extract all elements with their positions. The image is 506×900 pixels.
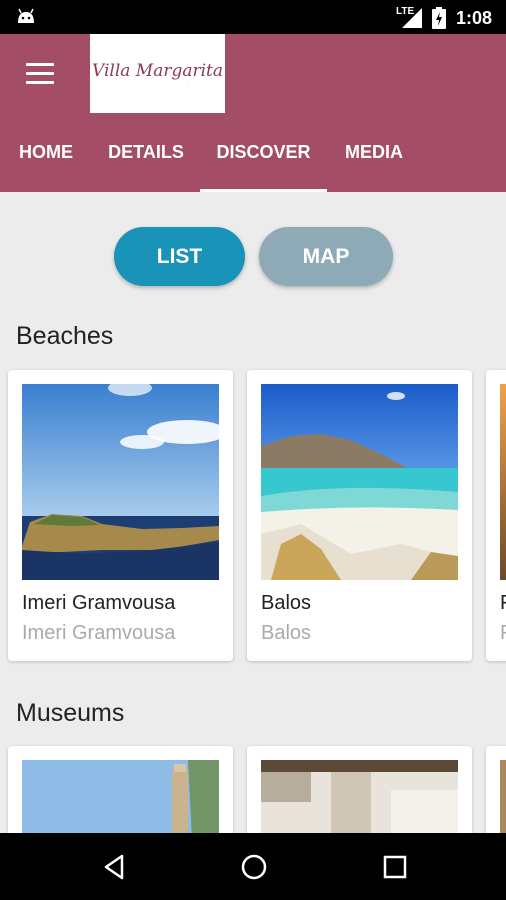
card-partial[interactable]: F F <box>486 370 506 661</box>
card-imeri-gramvousa[interactable]: Imeri Gramvousa Imeri Gramvousa <box>8 370 233 661</box>
android-icon <box>18 8 34 23</box>
tab-media[interactable]: MEDIA <box>327 130 421 192</box>
card-subtitle: Imeri Gramvousa <box>22 622 176 644</box>
recent-apps-icon[interactable] <box>381 853 409 881</box>
villa-margarita-logo: Villa Margarita · <box>90 34 225 113</box>
card-subtitle: Balos <box>261 622 312 644</box>
section-title-museums: Museums <box>16 699 125 727</box>
list-view-button[interactable]: LIST <box>114 227 245 286</box>
card-title: F <box>500 592 506 615</box>
card-image <box>22 760 219 840</box>
logo-subtext: · <box>186 80 189 87</box>
clock: 1:08 <box>456 8 493 28</box>
map-view-button[interactable]: MAP <box>259 227 393 286</box>
card-image <box>22 384 219 580</box>
card-image <box>500 760 506 840</box>
card-image <box>261 384 458 580</box>
status-bar: LTE 1:08 <box>0 0 506 34</box>
battery-charging-icon <box>432 7 446 29</box>
tab-home[interactable]: HOME <box>0 130 92 192</box>
section-title-beaches: Beaches <box>16 322 114 350</box>
app-bar: Villa Margarita · HOME DETAILS DISCOVER … <box>0 34 506 192</box>
back-icon[interactable] <box>100 853 128 881</box>
card-image <box>261 760 458 840</box>
tab-details[interactable]: DETAILS <box>92 130 200 192</box>
home-icon[interactable] <box>240 853 268 881</box>
card-balos[interactable]: Balos Balos <box>247 370 472 661</box>
card-title: Balos <box>261 592 312 614</box>
tab-discover[interactable]: DISCOVER <box>200 130 327 192</box>
hamburger-menu-icon[interactable] <box>26 63 54 85</box>
signal-icon <box>402 8 422 28</box>
logo-text: Villa Margarita <box>91 60 224 81</box>
tab-bar: HOME DETAILS DISCOVER MEDIA <box>0 130 506 192</box>
card-image <box>500 384 506 580</box>
system-nav-bar <box>0 833 506 900</box>
card-subtitle: F <box>500 622 506 645</box>
card-title: Imeri Gramvousa <box>22 592 176 614</box>
